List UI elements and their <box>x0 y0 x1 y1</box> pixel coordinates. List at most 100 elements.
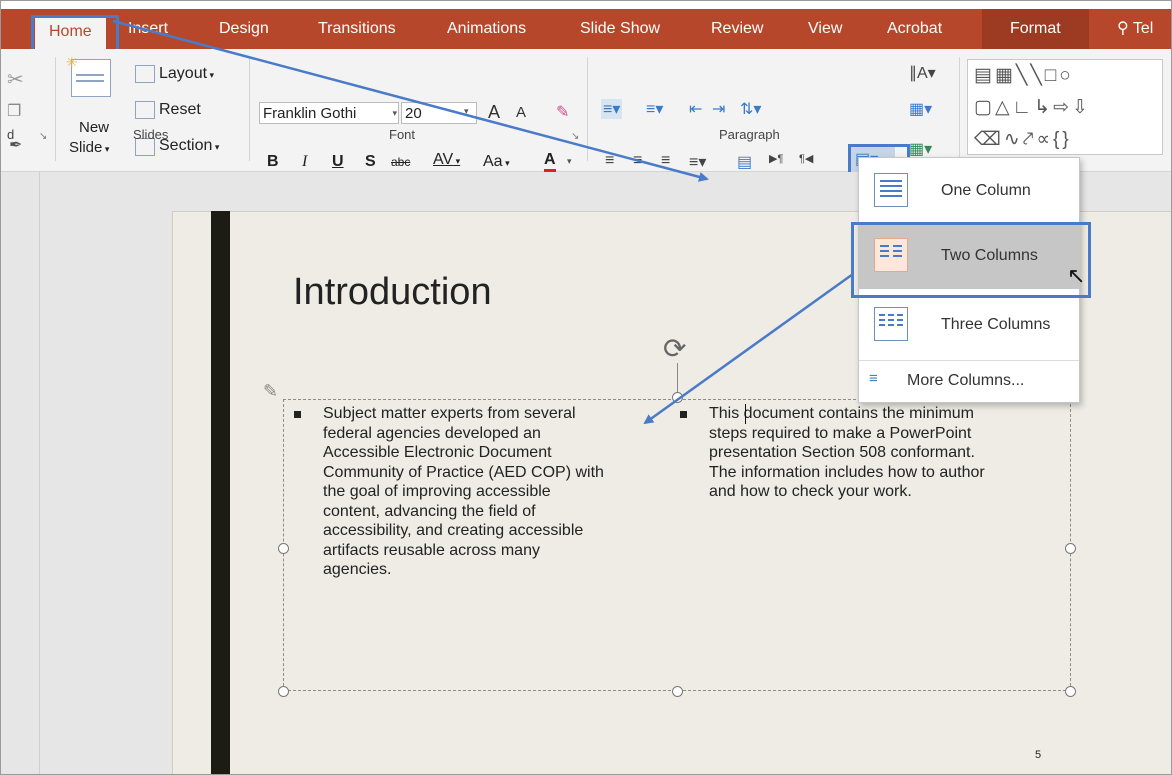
copy-icon[interactable]: ❐ <box>7 101 21 121</box>
line-spacing-icon[interactable]: ⇅▾ <box>740 99 761 119</box>
decrease-indent-icon[interactable]: ⇤ <box>689 99 702 119</box>
menu-item-one-column[interactable]: One Column <box>859 160 1079 224</box>
new-slide-button[interactable]: Slide ▾ <box>69 139 109 156</box>
layout-icon[interactable] <box>135 65 155 83</box>
new-slide-label-1[interactable]: New <box>79 119 109 136</box>
text-line: artifacts reusable across many <box>323 541 540 559</box>
text-line: the goal of improving accessible <box>323 483 551 500</box>
font-size-dropdown-icon[interactable]: ▾ <box>464 106 469 117</box>
resize-handle[interactable] <box>278 543 289 554</box>
menu-item-more-columns[interactable]: ≡ More Columns... <box>859 362 1079 400</box>
rotate-handle-icon[interactable]: ⟳ <box>663 332 686 365</box>
resize-handle[interactable] <box>672 686 683 697</box>
font-launcher-icon[interactable]: ↘ <box>571 131 579 142</box>
grow-font-button[interactable]: A <box>488 102 500 123</box>
two-columns-highlight <box>851 222 1091 298</box>
text-line: Subject matter experts from several <box>323 405 576 422</box>
menu-item-three-columns[interactable]: Three Columns <box>859 294 1079 358</box>
text-line: steps required to make a PowerPoint <box>709 424 972 442</box>
chevron-down-icon: ▾ <box>502 158 510 168</box>
clipboard-group-label: d <box>7 127 15 142</box>
shapes-row-3: ⌫∿⤤∝{} <box>974 129 1072 150</box>
smartart-icon[interactable]: ▦▾ <box>909 139 932 159</box>
rtl-paragraph-icon[interactable]: ¶◀ <box>799 152 813 165</box>
tab-acrobat[interactable]: Acrobat <box>887 9 942 49</box>
resize-handle[interactable] <box>278 686 289 697</box>
justify-icon[interactable]: ≡▾ <box>689 152 706 172</box>
shapes-gallery[interactable]: ▤▦╲╲□○ ▢△∟↳⇨⇩ ⌫∿⤤∝{} <box>967 59 1163 155</box>
text-shadow-button[interactable]: S <box>365 153 376 171</box>
font-color-button[interactable]: A <box>544 151 556 173</box>
underline-button[interactable]: U <box>332 153 344 171</box>
tab-review[interactable]: Review <box>711 9 763 49</box>
layout-options-icon[interactable]: ✎ <box>263 381 278 402</box>
align-center-icon[interactable]: ≡ <box>633 152 642 170</box>
reset-icon[interactable] <box>135 101 155 119</box>
ribbon-tab-bar: Home Insert Design Transitions Animation… <box>1 9 1171 49</box>
tell-me-label: Tel <box>1132 20 1154 37</box>
resize-handle[interactable] <box>1065 543 1076 554</box>
chevron-down-icon: ▾ <box>453 156 461 166</box>
more-columns-icon: ≡ <box>869 370 878 387</box>
align-left-icon[interactable]: ≡ <box>605 152 614 170</box>
tab-transitions[interactable]: Transitions <box>318 9 396 49</box>
tab-slide-show[interactable]: Slide Show <box>580 9 660 49</box>
cut-icon[interactable]: ✂ <box>7 67 24 92</box>
tab-format[interactable]: Format <box>982 9 1089 49</box>
text-line: This document contains the minimum <box>709 405 974 422</box>
tab-insert[interactable]: Insert <box>128 9 168 49</box>
column-1-text[interactable]: Subject matter experts from several fede… <box>323 404 663 580</box>
align-right-icon[interactable]: ≡ <box>661 152 670 170</box>
font-size-value: 20 <box>405 105 422 122</box>
character-spacing-button[interactable]: AV ▾ <box>433 151 460 169</box>
three-columns-icon <box>874 307 908 341</box>
bold-button[interactable]: B <box>267 153 279 171</box>
slides-group-label: Slides <box>133 127 169 142</box>
tab-animations[interactable]: Animations <box>447 9 526 49</box>
tell-me-box[interactable]: ⚲ Tel <box>1117 9 1153 49</box>
paragraph-group-label: Paragraph <box>719 127 780 142</box>
clear-formatting-icon[interactable]: ✎ <box>556 102 569 122</box>
shrink-font-button[interactable]: A <box>516 104 526 121</box>
tab-design[interactable]: Design <box>219 9 269 49</box>
slide-title[interactable]: Introduction <box>293 271 492 314</box>
align-text-icon[interactable]: ▦▾ <box>909 99 932 119</box>
increase-indent-icon[interactable]: ⇥ <box>712 99 725 119</box>
clipboard-launcher-icon[interactable]: ↘ <box>39 131 47 142</box>
resize-handle[interactable] <box>672 392 683 403</box>
text-line: and how to check your work. <box>709 483 912 500</box>
reset-label[interactable]: Reset <box>159 101 201 119</box>
tab-view[interactable]: View <box>808 9 842 49</box>
more-columns-label: More Columns... <box>907 372 1025 389</box>
text-line: federal agencies developed an <box>323 424 541 442</box>
shapes-row-1: ▤▦╲╲□○ <box>974 65 1074 86</box>
separator <box>959 57 960 161</box>
column-2-text[interactable]: This document contains the minimum steps… <box>709 404 1059 502</box>
text-direction-icon[interactable]: ▤ <box>737 152 752 172</box>
thumbnail-pane[interactable] <box>1 172 40 774</box>
rotate-handle-line <box>677 363 678 393</box>
new-slide-icon[interactable]: ✳ <box>66 54 111 97</box>
resize-handle[interactable] <box>1065 686 1076 697</box>
ltr-paragraph-icon[interactable]: ▶¶ <box>769 152 783 165</box>
shapes-row-2: ▢△∟↳⇨⇩ <box>974 97 1091 118</box>
numbering-icon[interactable]: ≡▾ <box>646 99 663 119</box>
bullet-icon <box>680 411 687 418</box>
layout-button[interactable]: Layout ▾ <box>159 65 214 83</box>
new-slide-label-2: Slide <box>69 139 103 156</box>
text-line: content, advancing the field of <box>323 502 536 520</box>
chevron-down-icon: ▾ <box>212 142 220 152</box>
change-case-button[interactable]: Aa ▾ <box>483 153 510 171</box>
text-line: The information includes how to author <box>709 463 985 481</box>
text-line: agencies. <box>323 561 392 578</box>
font-color-dropdown-icon[interactable]: ▾ <box>567 156 572 167</box>
chevron-down-icon: ▾ <box>207 70 215 80</box>
strikethrough-button[interactable]: abc <box>391 155 410 169</box>
italic-button[interactable]: I <box>302 153 307 171</box>
separator <box>55 57 56 161</box>
font-name-dropdown-icon[interactable]: ▾ <box>259 102 399 124</box>
bullets-icon[interactable]: ≡▾ <box>601 99 623 119</box>
text-direction-vertical-icon[interactable]: ∥A▾ <box>909 63 936 83</box>
font-group-label: Font <box>389 127 416 142</box>
slide-number: 5 <box>1035 749 1042 761</box>
